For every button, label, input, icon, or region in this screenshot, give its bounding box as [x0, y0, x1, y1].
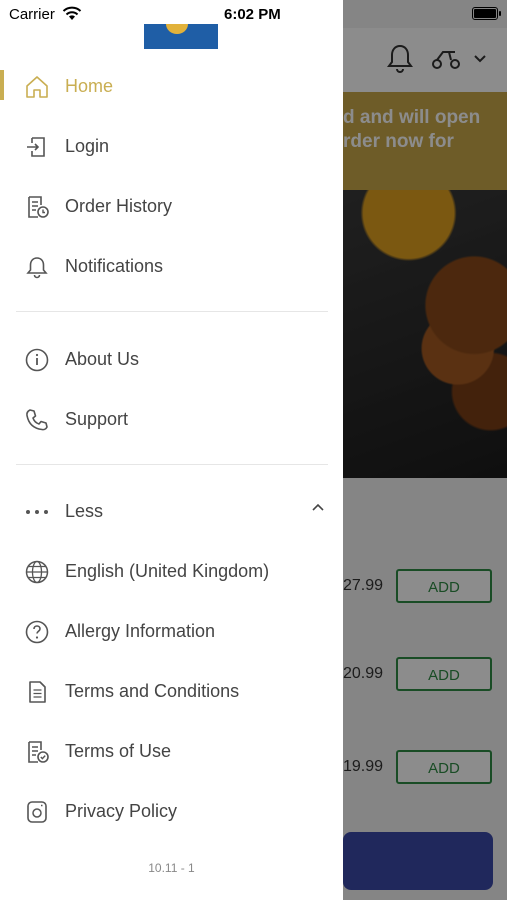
battery-icon — [472, 7, 498, 20]
home-icon — [26, 76, 48, 98]
menu-item-label: About Us — [65, 349, 140, 369]
menu-item-privacy-policy[interactable]: Privacy Policy — [0, 789, 343, 833]
chevron-up-icon — [312, 503, 324, 511]
menu-item-label: Terms of Use — [65, 741, 172, 761]
menu-item-language[interactable]: English (United Kingdom) — [0, 549, 343, 593]
order-history-icon — [28, 196, 49, 218]
bell-icon — [26, 257, 48, 279]
menu-item-about-us[interactable]: About Us — [0, 337, 343, 381]
menu-item-login[interactable]: Login — [0, 124, 343, 168]
more-dots-icon — [26, 510, 48, 514]
menu-divider — [16, 464, 328, 465]
wifi-icon — [62, 6, 82, 20]
menu-item-label: Support — [65, 409, 129, 429]
menu-item-home[interactable]: Home — [0, 64, 343, 108]
app-version: 10.11 - 1 — [148, 861, 195, 875]
menu-item-label: English (United Kingdom) — [65, 561, 270, 581]
menu-item-label: Less — [65, 501, 104, 521]
privacy-icon — [27, 801, 47, 823]
menu-item-notifications[interactable]: Notifications — [0, 244, 343, 288]
menu-item-label: Privacy Policy — [65, 801, 178, 821]
menu-item-terms-and-conditions[interactable]: Terms and Conditions — [0, 669, 343, 713]
status-bar: Carrier 6:02 PM — [0, 0, 507, 28]
info-icon — [25, 348, 49, 372]
phone-icon — [26, 409, 48, 431]
carrier-label: Carrier — [9, 6, 55, 23]
battery-tip — [499, 11, 501, 16]
menu-item-terms-of-use[interactable]: Terms of Use — [0, 729, 343, 773]
question-icon — [25, 620, 49, 644]
globe-icon — [25, 560, 49, 584]
menu-item-label: Allergy Information — [65, 621, 216, 641]
menu-item-order-history[interactable]: Order History — [0, 184, 343, 228]
menu-item-less-toggle[interactable]: Less — [0, 489, 343, 533]
document-check-icon — [28, 741, 49, 763]
menu-item-label: Order History — [65, 196, 173, 216]
menu-item-label: Home — [65, 76, 114, 96]
side-drawer: Home Login Order History Notifications A… — [0, 0, 343, 900]
menu-item-label: Login — [65, 136, 110, 156]
menu-item-label: Terms and Conditions — [65, 681, 240, 701]
login-icon — [27, 137, 45, 157]
menu-item-support[interactable]: Support — [0, 397, 343, 441]
document-icon — [29, 681, 46, 703]
clock: 6:02 PM — [224, 6, 281, 23]
menu-item-allergy-information[interactable]: Allergy Information — [0, 609, 343, 653]
menu-divider — [16, 311, 328, 312]
menu-item-label: Notifications — [65, 256, 164, 276]
